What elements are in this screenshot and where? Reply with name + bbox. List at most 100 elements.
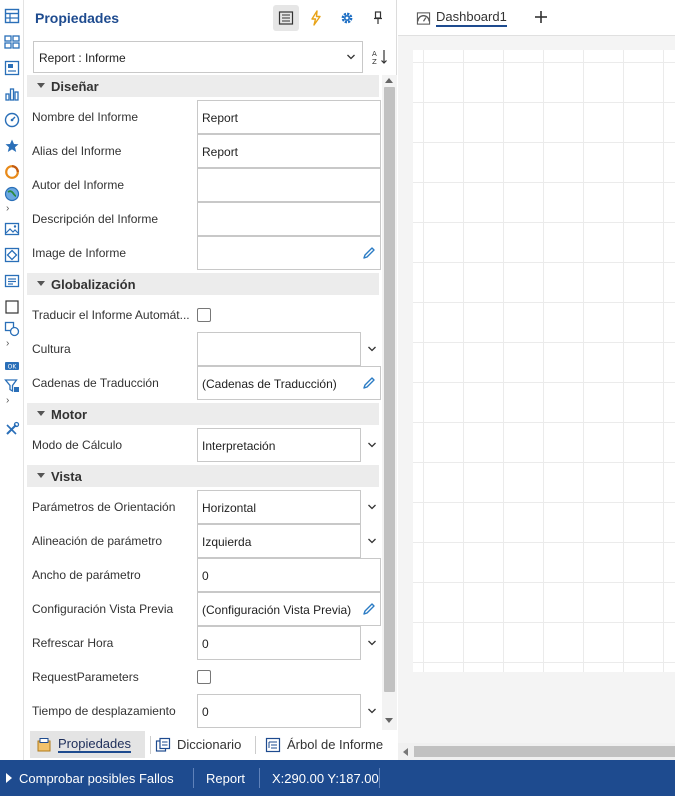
scroll-thumb[interactable] (414, 746, 675, 757)
scroll-left-icon[interactable] (403, 748, 408, 756)
property-dropdown[interactable]: Izquierda (197, 524, 361, 558)
property-value: (Configuración Vista Previa) (202, 603, 352, 617)
dropdown-button[interactable] (362, 490, 381, 524)
pencil-icon[interactable] (362, 376, 376, 390)
settings-button[interactable] (334, 5, 360, 31)
sort-az-button[interactable]: AZ (369, 46, 391, 68)
text-block-icon[interactable] (3, 272, 21, 290)
scroll-down-icon[interactable] (385, 718, 393, 723)
pivot-table-icon[interactable] (3, 59, 21, 77)
chevron-down-icon (367, 442, 376, 448)
property-grid-scrollbar[interactable] (382, 75, 397, 730)
dashboard-icon (416, 11, 431, 25)
chevron-down-icon (367, 346, 376, 352)
tab-dictionary[interactable]: Diccionario (155, 731, 241, 758)
category-label: Motor (51, 407, 88, 422)
properties-icon (37, 737, 51, 751)
property-input[interactable]: (Cadenas de Traducción) (197, 366, 381, 400)
property-dropdown[interactable]: 0 (197, 626, 361, 660)
shape-icon[interactable] (3, 246, 21, 264)
status-report-name[interactable]: Report (206, 771, 245, 786)
property-dropdown[interactable]: Interpretación (197, 428, 361, 462)
panel-icon[interactable] (3, 298, 21, 316)
chevron-right-icon[interactable]: › (6, 396, 16, 406)
dropdown-button[interactable] (362, 332, 381, 366)
property-checkbox[interactable] (197, 670, 211, 684)
collapse-arrow-icon[interactable] (37, 281, 45, 286)
property-row: Alias del Informe Report (25, 134, 381, 168)
property-row: RequestParameters (25, 660, 381, 694)
button-ok-icon[interactable]: OK (3, 357, 21, 375)
collapse-arrow-icon[interactable] (37, 411, 45, 416)
pencil-icon[interactable] (362, 246, 376, 260)
chevron-down-icon (367, 538, 376, 544)
designer-h-scrollbar[interactable] (398, 743, 675, 760)
scroll-up-icon[interactable] (385, 78, 393, 83)
chevron-down-icon (367, 640, 376, 646)
property-label: Parámetros de Orientación (32, 500, 176, 514)
tab-dashboard1[interactable]: Dashboard1 (412, 6, 511, 30)
property-label: Traducir el Informe Automát... (32, 308, 190, 322)
object-selector-value: Report : Informe (39, 51, 126, 65)
bar-chart-icon[interactable] (3, 85, 21, 103)
indicator-star-icon[interactable] (3, 137, 21, 155)
status-coordinates: X:290.00 Y:187.00 (272, 771, 379, 786)
table-icon[interactable] (3, 7, 21, 25)
chevron-right-icon[interactable]: › (6, 204, 16, 214)
tools-icon[interactable] (3, 420, 21, 438)
property-checkbox[interactable] (197, 308, 211, 322)
gauge-icon[interactable] (3, 111, 21, 129)
scroll-thumb[interactable] (384, 87, 395, 692)
property-grid-button[interactable] (273, 5, 299, 31)
category-header[interactable]: Diseñar (27, 75, 379, 97)
events-button[interactable] (303, 5, 329, 31)
collapse-arrow-icon[interactable] (37, 473, 45, 478)
property-dropdown[interactable] (197, 332, 361, 366)
add-tab-button[interactable] (532, 8, 550, 26)
chevron-right-icon[interactable]: › (6, 339, 16, 349)
dropdown-button[interactable] (362, 626, 381, 660)
category-header[interactable]: Vista (27, 465, 379, 487)
status-divider (379, 768, 380, 788)
property-label: Cadenas de Traducción (32, 376, 159, 390)
property-label: Alias del Informe (32, 144, 122, 158)
panel-title: Propiedades (35, 10, 120, 26)
object-selector[interactable]: Report : Informe (33, 41, 363, 73)
property-input[interactable] (197, 202, 381, 236)
property-row: Refrescar Hora 0 (25, 626, 381, 660)
dropdown-button[interactable] (362, 524, 381, 558)
progress-ring-icon[interactable] (3, 163, 21, 181)
dashboard-canvas[interactable] (413, 50, 675, 672)
status-divider (193, 768, 194, 788)
property-dropdown[interactable]: 0 (197, 694, 361, 728)
dropdown-button[interactable] (362, 694, 381, 728)
property-row: Descripción del Informe (25, 202, 381, 236)
tab-properties[interactable]: Propiedades (30, 731, 145, 758)
property-input[interactable]: Report (197, 100, 381, 134)
property-row: Tiempo de desplazamiento 0 (25, 694, 381, 728)
property-dropdown[interactable]: Horizontal (197, 490, 361, 524)
property-input[interactable]: 0 (197, 558, 381, 592)
check-errors-button[interactable]: Comprobar posibles Fallos (19, 771, 174, 786)
category-header[interactable]: Globalización (27, 273, 379, 295)
map-globe-icon[interactable] (3, 185, 21, 203)
filter-icon[interactable] (3, 377, 21, 395)
sort-az-icon: AZ (372, 50, 387, 66)
property-row: Ancho de parámetro 0 (25, 558, 381, 592)
cards-icon[interactable] (3, 33, 21, 51)
property-input[interactable]: Report (197, 134, 381, 168)
collapse-arrow-icon[interactable] (37, 83, 45, 88)
dropdown-button[interactable] (362, 428, 381, 462)
property-input[interactable]: (Configuración Vista Previa) (197, 592, 381, 626)
tab-report-tree[interactable]: Árbol de Informe (265, 731, 383, 758)
property-input[interactable] (197, 236, 381, 270)
property-value: Interpretación (202, 439, 276, 453)
play-arrow-icon[interactable] (6, 773, 12, 783)
pencil-icon[interactable] (362, 602, 376, 616)
image-icon[interactable] (3, 220, 21, 238)
shapes-group-icon[interactable] (3, 320, 21, 338)
tab-label: Diccionario (177, 737, 242, 752)
pin-button[interactable] (365, 5, 391, 31)
property-input[interactable] (197, 168, 381, 202)
category-header[interactable]: Motor (27, 403, 379, 425)
